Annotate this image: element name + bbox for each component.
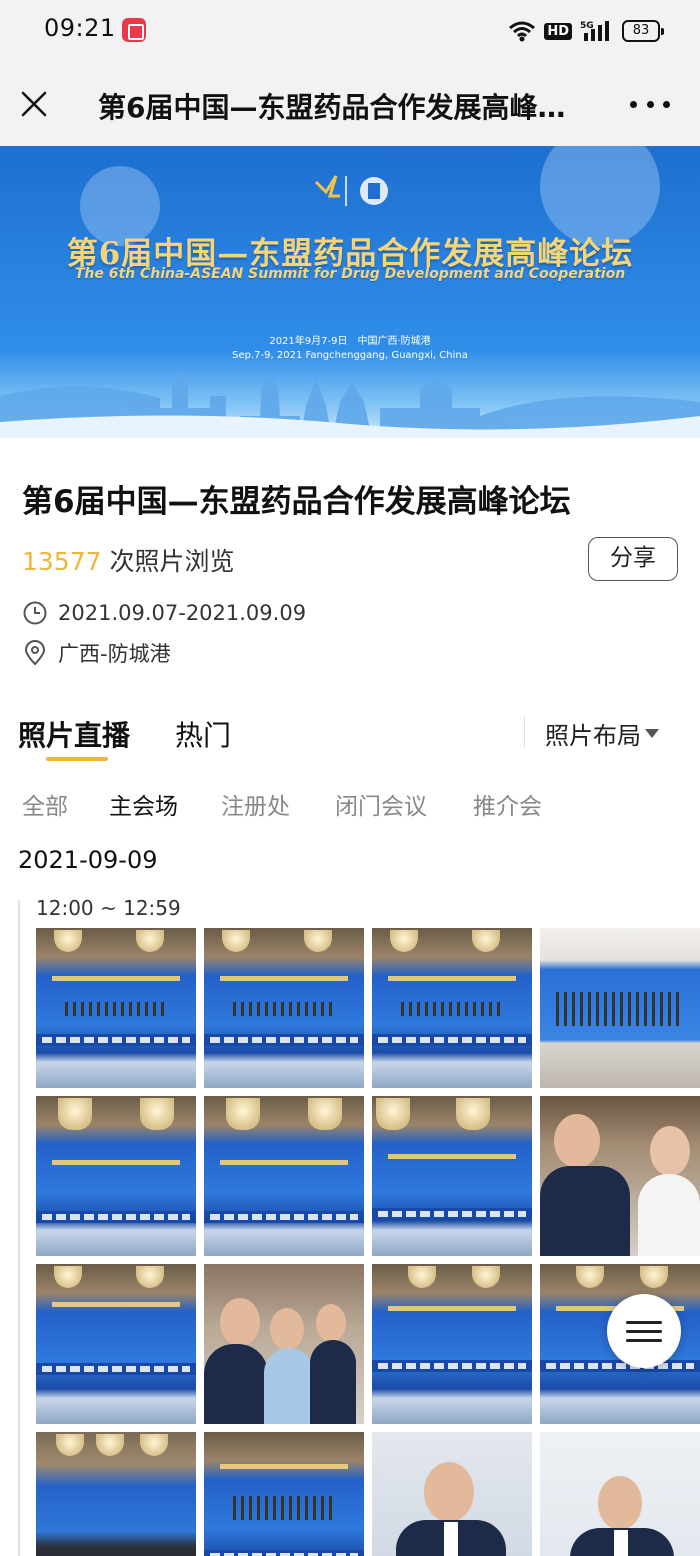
hamburger-icon <box>626 1329 662 1333</box>
timeline-time-range: 12:00 ~ 12:59 <box>36 896 181 920</box>
close-icon <box>21 91 47 117</box>
views-count: 13577 <box>22 547 102 576</box>
more-dot-icon <box>630 100 637 108</box>
status-bar: 09:21 HD 5G 83 <box>0 0 700 62</box>
photo-thumbnail[interactable] <box>540 1432 700 1556</box>
hamburger-icon <box>626 1338 662 1342</box>
screenshot-app-icon <box>122 18 146 42</box>
subtab-registration[interactable]: 注册处 <box>221 787 290 821</box>
timeline-line <box>18 900 20 1556</box>
photo-thumbnail[interactable] <box>372 1096 532 1256</box>
active-tab-indicator <box>46 757 108 761</box>
subtab-closed-meeting[interactable]: 闭门会议 <box>335 787 427 821</box>
tab-divider <box>524 716 525 748</box>
title-bar: 第6届中国—东盟药品合作发展高峰论坛 <box>0 62 700 146</box>
views-row: 13577 次照片浏览 <box>22 542 235 578</box>
hd-badge: HD <box>544 22 572 40</box>
more-button[interactable] <box>630 92 670 116</box>
photo-thumbnail[interactable] <box>204 1096 364 1256</box>
photo-layout-dropdown[interactable]: 照片布局 <box>545 716 659 751</box>
subtab-main-venue[interactable]: 主会场 <box>109 787 178 821</box>
photo-thumbnail[interactable] <box>204 1432 364 1556</box>
photo-thumbnail[interactable] <box>204 928 364 1088</box>
photo-thumbnail[interactable] <box>540 1096 700 1256</box>
share-button[interactable]: 分享 <box>588 537 678 581</box>
photo-thumbnail[interactable] <box>36 1432 196 1556</box>
floating-menu-button[interactable] <box>607 1294 681 1368</box>
photo-thumbnail[interactable] <box>372 928 532 1088</box>
date-row: 2021.09.07-2021.09.09 <box>22 600 306 626</box>
location-row: 广西-防城港 <box>22 638 171 668</box>
hamburger-icon <box>626 1320 662 1324</box>
photo-thumbnail[interactable] <box>36 928 196 1088</box>
wifi-icon <box>508 20 536 42</box>
banner-title-en: The 6th China-ASEAN Summit for Drug Deve… <box>74 266 626 282</box>
event-location: 广西-防城港 <box>58 642 171 666</box>
photo-thumbnail[interactable] <box>204 1264 364 1424</box>
photo-thumbnail[interactable] <box>372 1432 532 1556</box>
nav-title: 第6届中国—东盟药品合作发展高峰论坛 <box>98 91 584 124</box>
banner-artwork <box>0 146 700 438</box>
views-label: 次照片浏览 <box>109 547 235 576</box>
status-icons: HD 5G 83 <box>508 16 664 46</box>
photo-thumbnail[interactable] <box>36 1096 196 1256</box>
battery-indicator: 83 <box>622 20 664 42</box>
more-dot-icon <box>663 100 670 108</box>
signal-icon: 5G <box>580 19 614 43</box>
clock-icon <box>23 601 47 625</box>
caret-down-icon <box>645 729 659 738</box>
subtab-promotion[interactable]: 推介会 <box>473 787 542 821</box>
location-pin-icon <box>24 640 46 666</box>
photo-layout-label: 照片布局 <box>545 722 641 750</box>
status-time: 09:21 <box>44 14 116 42</box>
tab-hot[interactable]: 热门 <box>175 714 231 754</box>
banner-date-en: Sep.7-9, 2021 Fangchenggang, Guangxi, Ch… <box>232 350 468 361</box>
event-title: 第6届中国—东盟药品合作发展高峰论坛 <box>22 484 571 520</box>
photo-thumbnail[interactable] <box>372 1264 532 1424</box>
tab-photo-live[interactable]: 照片直播 <box>18 714 130 754</box>
subtab-all[interactable]: 全部 <box>22 787 68 821</box>
timeline-date: 2021-09-09 <box>18 846 158 874</box>
photo-thumbnail[interactable] <box>36 1264 196 1424</box>
close-button[interactable] <box>14 84 54 124</box>
event-banner: 第6届中国—东盟药品合作发展高峰论坛 The 6th China-ASEAN S… <box>0 146 700 438</box>
more-dot-icon <box>646 100 654 108</box>
photo-thumbnail[interactable] <box>540 928 700 1088</box>
banner-date-cn: 2021年9月7-9日 中国广西·防城港 <box>269 336 431 347</box>
event-date-range: 2021.09.07-2021.09.09 <box>58 601 307 625</box>
summit-logo-icon <box>314 175 388 206</box>
